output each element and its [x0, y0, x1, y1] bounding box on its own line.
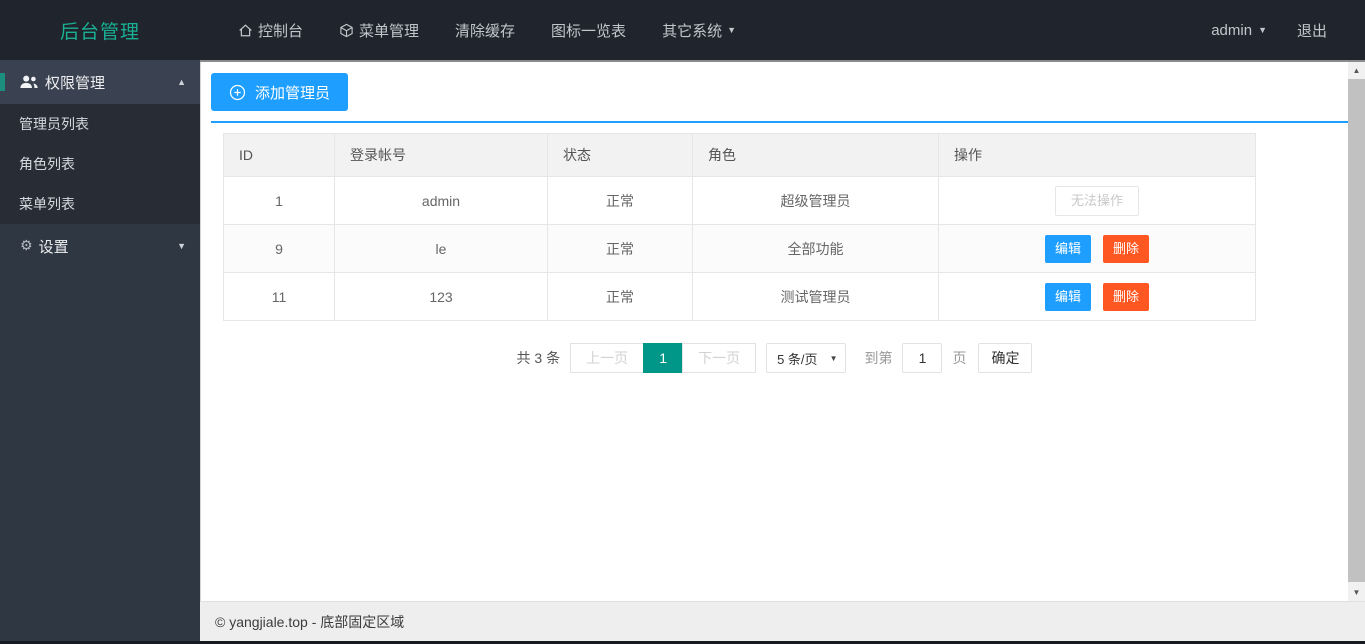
- table-row: 1 admin 正常 超级管理员 无法操作: [223, 176, 1256, 225]
- chevron-down-icon: ▼: [1258, 24, 1267, 35]
- cell-status: 正常: [547, 272, 693, 321]
- nav-item-menu-management[interactable]: 菜单管理: [339, 20, 419, 41]
- logout-link[interactable]: 退出: [1297, 20, 1327, 41]
- page-1-button[interactable]: 1: [643, 343, 684, 373]
- delete-button[interactable]: 删除: [1102, 282, 1149, 311]
- col-header-role: 角色: [692, 133, 939, 177]
- nav-label: 菜单管理: [359, 22, 420, 40]
- vertical-scrollbar[interactable]: ▲ ▼: [1348, 62, 1365, 601]
- user-menu[interactable]: admin ▼: [1211, 22, 1267, 39]
- col-header-id: ID: [223, 133, 335, 177]
- sidebar-item-role-list[interactable]: 角色列表: [0, 144, 200, 184]
- table-header-row: ID 登录帐号 状态 角色 操作: [223, 133, 1256, 177]
- nav-label: 图标一览表: [551, 22, 627, 40]
- sidebar: 权限管理 ▲ 管理员列表 角色列表 菜单列表 ⚙ 设置 ▼: [0, 60, 200, 641]
- app-window: 后台管理 控制台 菜单管理 清除缓存 图标一览表 其它系统 ▼ admin ▼ …: [0, 0, 1365, 641]
- username: admin: [1211, 21, 1253, 39]
- nav-item-other-systems[interactable]: 其它系统 ▼: [662, 20, 736, 41]
- col-header-actions: 操作: [938, 133, 1256, 177]
- nav-label: 其它系统: [662, 22, 723, 40]
- top-nav: 控制台 菜单管理 清除缓存 图标一览表 其它系统 ▼: [200, 20, 736, 41]
- no-action-button: 无法操作: [1054, 185, 1139, 216]
- cell-account: le: [334, 224, 548, 273]
- cell-status: 正常: [547, 176, 693, 225]
- prev-page-button[interactable]: 上一页: [570, 343, 645, 373]
- home-icon: [238, 23, 253, 38]
- plus-circle-icon: [229, 84, 246, 101]
- sidebar-item-admin-list[interactable]: 管理员列表: [0, 104, 200, 144]
- scrollbar-thumb[interactable]: [1348, 79, 1365, 582]
- sidebar-item-menu-list[interactable]: 菜单列表: [0, 184, 200, 224]
- cell-role: 超级管理员: [692, 176, 939, 225]
- top-navbar: 后台管理 控制台 菜单管理 清除缓存 图标一览表 其它系统 ▼ admin ▼ …: [0, 0, 1365, 60]
- cell-actions: 无法操作: [938, 176, 1256, 225]
- goto-suffix-label: 页: [952, 350, 967, 366]
- delete-button[interactable]: 删除: [1102, 234, 1149, 263]
- content-column: 添加管理员 ID 登录帐号 状态 角色 操作 1 admin 正常 超级管理员 …: [200, 60, 1365, 641]
- col-header-status: 状态: [547, 133, 693, 177]
- col-header-account: 登录帐号: [334, 133, 548, 177]
- edit-button[interactable]: 编辑: [1045, 282, 1092, 311]
- cell-account: admin: [334, 176, 548, 225]
- nav-label: 控制台: [258, 22, 304, 40]
- cell-role: 全部功能: [692, 224, 939, 273]
- brand-logo[interactable]: 后台管理: [0, 17, 200, 44]
- nav-item-clear-cache[interactable]: 清除缓存: [455, 20, 515, 41]
- add-admin-label: 添加管理员: [255, 84, 331, 102]
- add-admin-button[interactable]: 添加管理员: [211, 73, 349, 111]
- main-row: 权限管理 ▲ 管理员列表 角色列表 菜单列表 ⚙ 设置 ▼ 添加管理员 ID 登…: [0, 60, 1365, 641]
- nav-item-icon-list[interactable]: 图标一览表: [551, 20, 626, 41]
- cube-icon: [339, 23, 354, 38]
- chevron-down-icon: ▼: [727, 24, 736, 35]
- page-size-value: 5 条/页: [777, 351, 818, 367]
- scroll-down-icon[interactable]: ▼: [1348, 584, 1365, 601]
- nav-label: 清除缓存: [455, 22, 516, 40]
- gear-icon: ⚙: [20, 238, 33, 254]
- admin-table: ID 登录帐号 状态 角色 操作 1 admin 正常 超级管理员 无法操作 9…: [223, 133, 1256, 321]
- edit-button[interactable]: 编辑: [1045, 234, 1092, 263]
- navbar-right: admin ▼ 退出: [1211, 20, 1365, 41]
- sidebar-group-label: 权限管理: [45, 74, 106, 92]
- footer-text: © yangjiale.top - 底部固定区域: [215, 613, 405, 630]
- users-icon: [20, 75, 38, 89]
- sidebar-group-settings[interactable]: ⚙ 设置 ▼: [0, 224, 200, 268]
- next-page-button[interactable]: 下一页: [682, 343, 757, 373]
- toolbar-divider: [211, 121, 1348, 123]
- page-size-select[interactable]: 5 条/页 ▼: [766, 343, 847, 373]
- scroll-up-icon[interactable]: ▲: [1348, 62, 1365, 79]
- active-indicator: [0, 73, 5, 91]
- pagination-total: 共 3 条: [516, 350, 561, 366]
- sidebar-group-permissions[interactable]: 权限管理 ▲: [0, 60, 200, 104]
- chevron-up-icon: ▲: [177, 77, 186, 87]
- chevron-down-icon: ▼: [829, 353, 838, 363]
- chevron-down-icon: ▼: [177, 241, 186, 251]
- scroll-area: 添加管理员 ID 登录帐号 状态 角色 操作 1 admin 正常 超级管理员 …: [200, 62, 1365, 601]
- goto-page-input[interactable]: [902, 343, 943, 373]
- pagination: 共 3 条 上一页 1 下一页 5 条/页 ▼ 到第 页 确定: [211, 343, 1338, 373]
- cell-role: 测试管理员: [692, 272, 939, 321]
- cell-account: 123: [334, 272, 548, 321]
- goto-prefix-label: 到第: [864, 350, 893, 366]
- cell-actions: 编辑 删除: [938, 272, 1256, 321]
- footer: © yangjiale.top - 底部固定区域: [200, 601, 1365, 641]
- cell-actions: 编辑 删除: [938, 224, 1256, 273]
- cell-id: 1: [223, 176, 335, 225]
- cell-status: 正常: [547, 224, 693, 273]
- table-row: 9 le 正常 全部功能 编辑 删除: [223, 224, 1256, 273]
- nav-item-console[interactable]: 控制台: [238, 20, 303, 41]
- table-row: 11 123 正常 测试管理员 编辑 删除: [223, 272, 1256, 321]
- confirm-button[interactable]: 确定: [978, 343, 1033, 373]
- sidebar-submenu: 管理员列表 角色列表 菜单列表: [0, 104, 200, 224]
- cell-id: 11: [223, 272, 335, 321]
- cell-id: 9: [223, 224, 335, 273]
- main-content: 添加管理员 ID 登录帐号 状态 角色 操作 1 admin 正常 超级管理员 …: [200, 62, 1348, 601]
- sidebar-group-label: 设置: [38, 238, 69, 256]
